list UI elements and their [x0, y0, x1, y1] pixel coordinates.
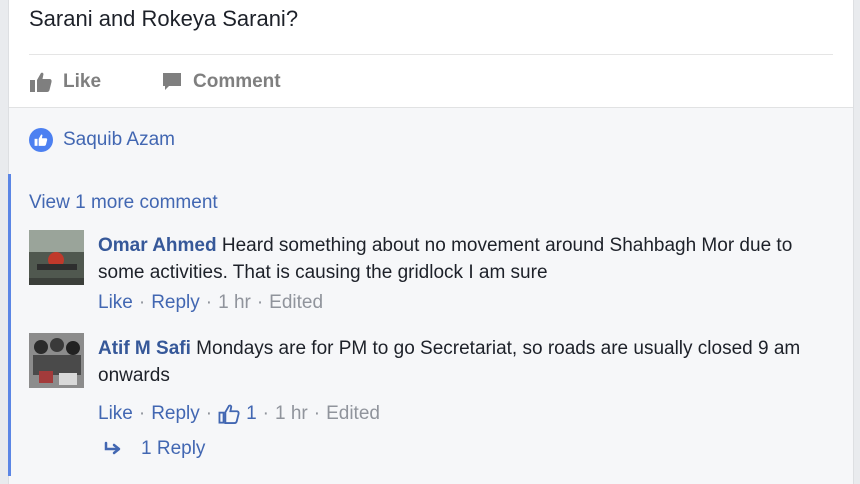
comment-author[interactable]: Omar Ahmed — [98, 235, 217, 256]
comment-like-link[interactable]: Like — [98, 403, 133, 425]
comment-item: Atif M Safi Mondays are for PM to go Sec… — [29, 333, 833, 433]
comment-meta: Like · Reply · 1 hr · Edited — [98, 292, 324, 314]
thumbs-up-icon — [30, 72, 52, 92]
avatar[interactable] — [29, 333, 84, 388]
comment-edited[interactable]: Edited — [326, 403, 380, 425]
likers-names[interactable]: Saquib Azam — [63, 129, 175, 151]
comment-label: Comment — [193, 71, 281, 92]
comment-meta: Like · Reply · 1 · 1 hr · Edited — [98, 403, 380, 425]
thread-indicator — [8, 174, 11, 476]
likers-row[interactable]: Saquib Azam — [29, 128, 175, 152]
reply-arrow-icon — [104, 441, 121, 455]
comments-section: Saquib Azam View 1 more comment Omar Ahm… — [8, 107, 853, 484]
post-text: Sarani and Rokeya Sarani? — [29, 6, 299, 31]
comment-text: Mondays are for PM to go Secretariat, so… — [98, 338, 801, 386]
comment-author[interactable]: Atif M Safi — [98, 338, 191, 359]
like-button[interactable]: Like — [29, 71, 161, 93]
comment-time[interactable]: 1 hr — [218, 292, 251, 314]
divider — [29, 54, 833, 55]
comment-body: Atif M Safi Mondays are for PM to go Sec… — [98, 335, 833, 389]
like-label: Like — [63, 71, 102, 92]
comment-reply-link[interactable]: Reply — [151, 403, 200, 425]
like-reaction-icon — [29, 128, 53, 152]
view-more-comments-link[interactable]: View 1 more comment — [29, 192, 218, 214]
replies-count-label: 1 Reply — [141, 438, 206, 459]
comment-edited[interactable]: Edited — [269, 292, 323, 314]
comment-reply-link[interactable]: Reply — [151, 292, 200, 314]
thumbs-up-outline-icon — [218, 404, 240, 424]
reaction-count: 1 — [246, 403, 257, 424]
post-card: Sarani and Rokeya Sarani? Like Comment S… — [8, 0, 854, 484]
comment-like-link[interactable]: Like — [98, 292, 133, 314]
speech-bubble-icon — [163, 73, 181, 90]
comment-button[interactable]: Comment — [161, 71, 281, 93]
comment-item: Omar Ahmed Heard something about no move… — [29, 230, 833, 320]
comment-reactions[interactable]: 1 — [218, 403, 257, 425]
post-actions: Like Comment — [29, 62, 281, 102]
avatar[interactable] — [29, 230, 84, 285]
view-replies-link[interactable]: 1 Reply — [103, 438, 205, 460]
comment-body: Omar Ahmed Heard something about no move… — [98, 232, 833, 286]
comment-time[interactable]: 1 hr — [275, 403, 308, 425]
